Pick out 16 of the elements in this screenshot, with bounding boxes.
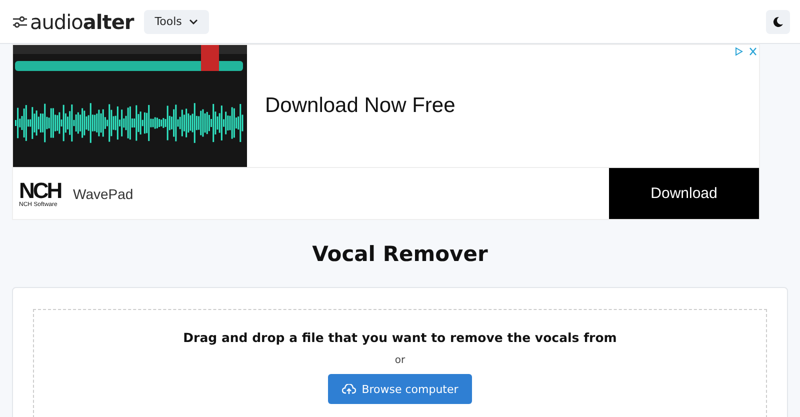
cloud-upload-icon (342, 384, 356, 394)
download-button[interactable]: Download (609, 168, 759, 219)
drop-prompt: Drag and drop a file that you want to remove the vocals from (183, 330, 617, 345)
browse-button[interactable]: Browse computer (328, 374, 472, 404)
chevron-icon (188, 18, 198, 24)
sliders-icon (12, 16, 28, 28)
dark-mode-toggle[interactable] (766, 10, 790, 34)
site-logo[interactable]: audioalter (30, 10, 134, 34)
moon-icon (772, 16, 784, 28)
or-separator: or (394, 355, 406, 366)
page-title: Vocal Remover (311, 242, 489, 268)
product-name: WavePad (73, 186, 134, 202)
ad-choices-icon[interactable] (735, 47, 757, 56)
drop-zone[interactable]: Drag and drop a file that you want to remove the vocals from or Browse computer (33, 309, 767, 417)
tools-menu-button[interactable]: Tools (144, 10, 209, 34)
ad-headline: Download Now Free (265, 94, 456, 118)
